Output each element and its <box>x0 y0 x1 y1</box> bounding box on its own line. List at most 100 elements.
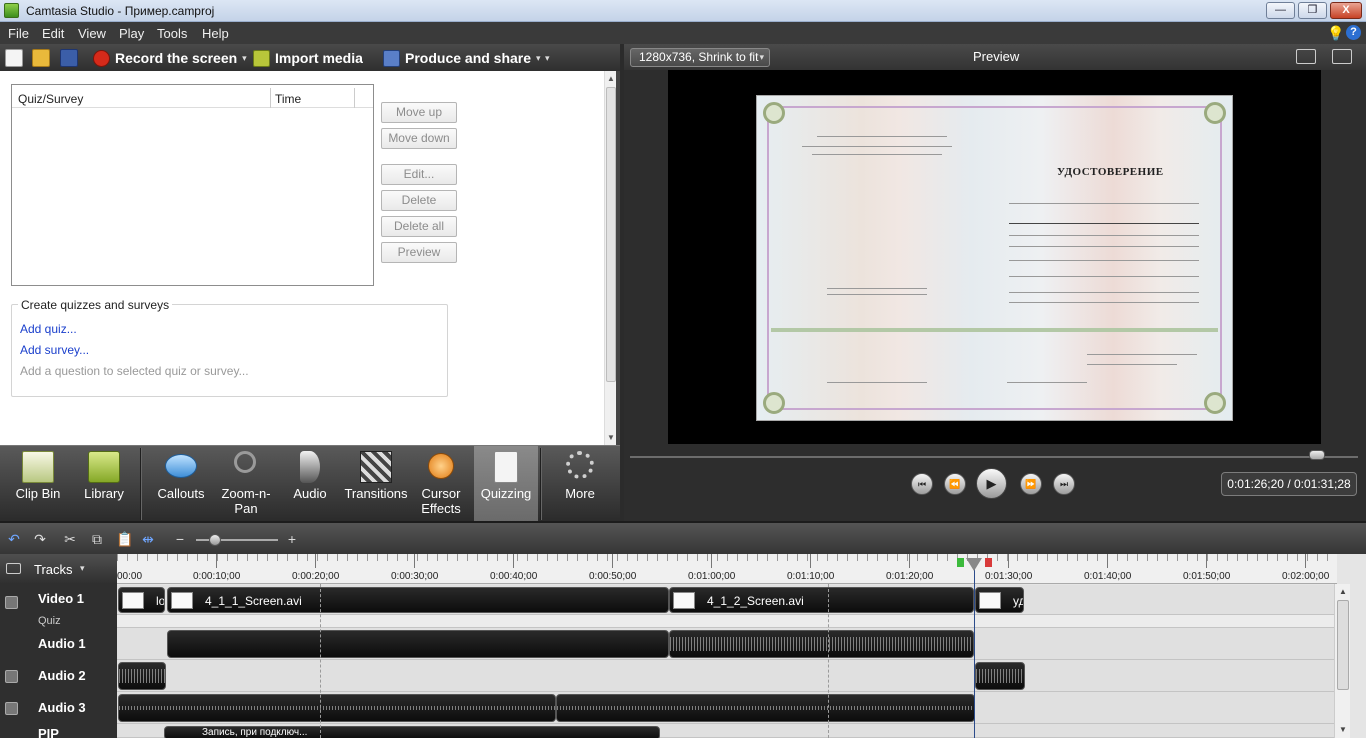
add-question-link[interactable]: Add a question to selected quiz or surve… <box>20 364 249 378</box>
selection-end-marker[interactable] <box>985 558 992 567</box>
audio-clip[interactable] <box>975 662 1025 690</box>
menu-tools[interactable]: Tools <box>157 26 187 41</box>
audio-waveform <box>119 669 165 683</box>
menu-help[interactable]: Help <box>202 26 229 41</box>
lane-pip[interactable]: Запись, при подключ... <box>117 724 1334 738</box>
lane-video-1[interactable]: lo 4_1_1_Screen.avi 4_1_2_Screen.avi уд <box>117 585 1334 615</box>
paste-icon[interactable]: 📋 <box>116 531 133 547</box>
tab-clip-bin[interactable]: Clip Bin <box>6 446 70 522</box>
tab-library[interactable]: Library <box>72 446 136 522</box>
lane-audio-2[interactable] <box>117 660 1334 692</box>
audio-clip[interactable] <box>118 662 166 690</box>
cut-icon[interactable]: ✂ <box>62 531 78 547</box>
new-project-icon[interactable] <box>5 49 23 67</box>
add-quiz-link[interactable]: Add quiz... <box>20 322 77 336</box>
open-folder-icon[interactable] <box>32 49 50 67</box>
lightbulb-icon[interactable]: 💡 <box>1327 25 1344 41</box>
skip-to-start-icon[interactable]: ⏮ <box>911 473 933 495</box>
zoom-slider-knob[interactable] <box>209 534 221 546</box>
library-icon <box>88 451 120 483</box>
move-up-button[interactable]: Move up <box>381 102 457 123</box>
menu-edit[interactable]: Edit <box>42 26 64 41</box>
chevron-down-icon: ▾ <box>242 52 247 63</box>
zoom-in-icon[interactable]: + <box>284 531 300 547</box>
close-button[interactable]: X <box>1330 2 1362 19</box>
lane-audio-1[interactable] <box>117 628 1334 660</box>
split-icon[interactable]: ⇹ <box>140 531 156 547</box>
menu-file[interactable]: File <box>8 26 29 41</box>
quiz-list[interactable]: Quiz/Survey Time <box>11 84 374 286</box>
delete-button[interactable]: Delete <box>381 190 457 211</box>
video-clip[interactable]: lo <box>118 587 165 613</box>
selection-start-marker[interactable] <box>957 558 964 567</box>
audio-clip[interactable] <box>669 630 974 658</box>
column-time[interactable]: Time <box>275 92 301 106</box>
preview-canvas[interactable]: УДОСТОВЕРЕНИЕ <box>668 70 1321 444</box>
pip-clip[interactable]: Запись, при подключ... <box>164 726 660 738</box>
tab-callouts[interactable]: Callouts <box>149 446 213 522</box>
minimize-button[interactable]: — <box>1266 2 1295 19</box>
produce-share-button[interactable]: Produce and share ▾ <box>383 48 541 68</box>
tab-zoom-n-pan[interactable]: Zoom-n-Pan <box>214 446 278 522</box>
scrubber-thumb[interactable] <box>1309 450 1326 460</box>
clip-thumbnail <box>171 592 193 609</box>
menu-play[interactable]: Play <box>119 26 144 41</box>
tab-more[interactable]: More <box>548 446 612 522</box>
audio-clip[interactable] <box>556 694 975 722</box>
record-screen-button[interactable]: Record the screen ▾ <box>93 48 247 68</box>
fast-forward-icon[interactable]: ⏩ <box>1020 473 1042 495</box>
scroll-thumb[interactable] <box>1337 600 1349 690</box>
preview-quiz-button[interactable]: Preview <box>381 242 457 263</box>
undo-icon[interactable]: ↶ <box>6 531 22 547</box>
tab-quizzing[interactable]: Quizzing <box>474 446 538 522</box>
lock-icon[interactable] <box>5 596 18 609</box>
tab-audio[interactable]: Audio <box>278 446 342 522</box>
import-media-button[interactable]: Import media <box>253 48 363 68</box>
skip-to-end-icon[interactable]: ⏭ <box>1053 473 1075 495</box>
video-clip[interactable]: 4_1_1_Screen.avi <box>167 587 669 613</box>
quiz-panel-scrollbar[interactable]: ▲ ▼ <box>604 71 616 445</box>
timeline-ruler[interactable]: 00:00 0:00:10;00 0:00:20;00 0:00:30;00 0… <box>117 554 1337 584</box>
help-icon[interactable]: ? <box>1346 25 1361 40</box>
menu-view[interactable]: View <box>78 26 106 41</box>
toolbar-overflow-icon[interactable]: ▾ <box>545 53 550 64</box>
fullscreen-icon[interactable] <box>1296 49 1316 64</box>
lock-icon[interactable] <box>5 670 18 683</box>
scroll-up-arrow-icon[interactable]: ▲ <box>607 74 615 83</box>
tab-cursor-effects[interactable]: Cursor Effects <box>410 446 472 522</box>
lock-icon[interactable] <box>5 702 18 715</box>
detach-preview-icon[interactable] <box>1332 49 1352 64</box>
column-quiz-survey[interactable]: Quiz/Survey <box>18 92 83 106</box>
video-clip[interactable]: 4_1_2_Screen.avi <box>669 587 974 613</box>
scroll-thumb[interactable] <box>606 87 616 382</box>
ruler-label: 0:02:00;00 <box>1282 571 1330 582</box>
audio-icon <box>300 451 320 483</box>
save-icon[interactable] <box>60 49 78 67</box>
copy-icon[interactable]: ⧉ <box>89 531 105 547</box>
scroll-up-arrow-icon[interactable]: ▲ <box>1339 587 1347 596</box>
maximize-button[interactable]: ❐ <box>1298 2 1327 19</box>
add-survey-link[interactable]: Add survey... <box>20 343 89 357</box>
zoom-out-icon[interactable]: − <box>172 531 188 547</box>
lane-audio-3[interactable] <box>117 692 1334 724</box>
delete-all-button[interactable]: Delete all <box>381 216 457 237</box>
preview-size-dropdown[interactable]: 1280x736, Shrink to fit ▾ <box>630 48 770 67</box>
timeline-vertical-scrollbar[interactable]: ▲ ▼ <box>1334 584 1350 738</box>
scroll-down-arrow-icon[interactable]: ▼ <box>607 433 615 442</box>
playhead-line <box>974 566 975 738</box>
edit-button[interactable]: Edit... <box>381 164 457 185</box>
redo-icon[interactable]: ↷ <box>32 531 48 547</box>
rewind-icon[interactable]: ⏪ <box>944 473 966 495</box>
tracks-menu-button[interactable]: Tracks ▾ <box>0 554 117 584</box>
playhead[interactable] <box>957 558 992 572</box>
menu-bar: File Edit View Play Tools Help 💡 ? <box>0 22 1366 44</box>
audio-clip[interactable] <box>167 630 669 658</box>
move-down-button[interactable]: Move down <box>381 128 457 149</box>
preview-scrubber[interactable] <box>630 456 1358 458</box>
play-icon[interactable]: ▶ <box>976 468 1007 499</box>
video-clip[interactable]: уд <box>975 587 1024 613</box>
lane-quiz[interactable] <box>117 615 1334 628</box>
scroll-down-arrow-icon[interactable]: ▼ <box>1339 725 1347 734</box>
tab-transitions[interactable]: Transitions <box>342 446 410 522</box>
audio-clip[interactable] <box>118 694 556 722</box>
